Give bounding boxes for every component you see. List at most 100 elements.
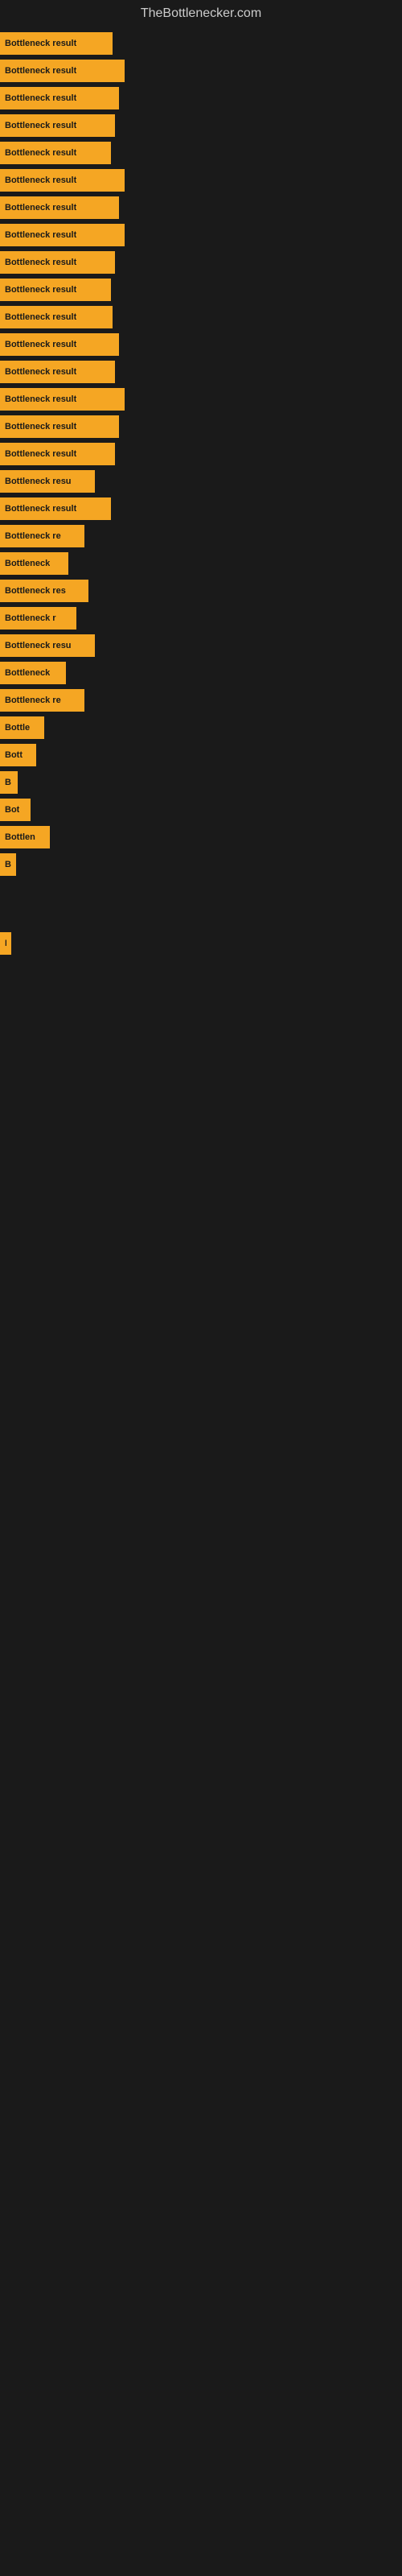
bar-row: Bottleneck result xyxy=(0,277,402,303)
bar-label: Bottleneck result xyxy=(5,148,76,158)
bar-row: Bottleneck resu xyxy=(0,633,402,658)
result-bar: B xyxy=(0,853,16,876)
bar-row xyxy=(0,1009,402,1034)
bar-label: Bottleneck resu xyxy=(5,641,72,650)
bar-row: Bottleneck result xyxy=(0,113,402,138)
bar-row xyxy=(0,1087,402,1111)
result-bar: Bot xyxy=(0,799,31,821)
bar-label: Bottleneck result xyxy=(5,230,76,240)
result-bar: B xyxy=(0,771,18,794)
bar-label: Bottleneck result xyxy=(5,93,76,103)
bar-row: Bottleneck result xyxy=(0,31,402,56)
bar-label: Bottleneck result xyxy=(5,203,76,213)
bar-label: Bottleneck result xyxy=(5,367,76,377)
result-bar: Bottleneck result xyxy=(0,114,115,137)
result-bar: Bottleneck result xyxy=(0,333,119,356)
result-bar: Bottleneck r xyxy=(0,607,76,630)
bar-row: Bottleneck re xyxy=(0,523,402,549)
bar-row: Bottleneck result xyxy=(0,386,402,412)
bar-row: Bottleneck result xyxy=(0,304,402,330)
bar-row: Bottleneck result xyxy=(0,332,402,357)
site-title: TheBottlenecker.com xyxy=(0,0,402,24)
bar-label: Bott xyxy=(5,750,23,760)
bar-row: Bottleneck result xyxy=(0,222,402,248)
bar-label: Bot xyxy=(5,805,19,815)
result-bar: Bottleneck re xyxy=(0,689,84,712)
result-bar: Bottleneck resu xyxy=(0,634,95,657)
bar-row: Bottleneck res xyxy=(0,578,402,604)
bar-label: Bottleneck re xyxy=(5,531,61,541)
result-bar: Bott xyxy=(0,744,36,766)
bar-row: Bottleneck result xyxy=(0,85,402,111)
bar-label: Bottleneck result xyxy=(5,39,76,48)
result-bar: Bottleneck result xyxy=(0,196,119,219)
result-bar: Bottleneck result xyxy=(0,306,113,328)
bar-row: Bottleneck re xyxy=(0,687,402,713)
result-bar: Bottleneck xyxy=(0,662,66,684)
result-bar: Bottleneck result xyxy=(0,279,111,301)
bar-label: B xyxy=(5,860,11,869)
bar-row: Bottleneck result xyxy=(0,58,402,84)
bar-row: B xyxy=(0,770,402,795)
result-bar: Bottleneck result xyxy=(0,60,125,82)
bar-label: Bottleneck result xyxy=(5,312,76,322)
result-bar: Bottleneck result xyxy=(0,32,113,55)
result-bar: Bottlen xyxy=(0,826,50,848)
bar-label: Bottleneck result xyxy=(5,258,76,267)
bar-label: Bottleneck result xyxy=(5,449,76,459)
bar-label: Bottleneck result xyxy=(5,394,76,404)
result-bar: Bottleneck result xyxy=(0,224,125,246)
bar-label: Bottleneck result xyxy=(5,422,76,431)
result-bar: Bottleneck xyxy=(0,552,68,575)
bar-row xyxy=(0,958,402,982)
result-bar: Bottleneck res xyxy=(0,580,88,602)
bar-row: B xyxy=(0,931,402,956)
result-bar: Bottleneck result xyxy=(0,251,115,274)
result-bar: Bottleneck result xyxy=(0,497,111,520)
bar-label: Bottleneck resu xyxy=(5,477,72,486)
bar-row: Bottleneck result xyxy=(0,441,402,467)
bar-row: Bottleneck resu xyxy=(0,469,402,494)
result-bar: Bottleneck re xyxy=(0,525,84,547)
bars-container: Bottleneck result Bottleneck result Bottle… xyxy=(0,24,402,1119)
bar-label: Bottleneck xyxy=(5,668,50,678)
result-bar: Bottleneck result xyxy=(0,443,115,465)
result-bar: Bottleneck result xyxy=(0,87,119,109)
bar-label: Bottleneck result xyxy=(5,504,76,514)
bar-row: Bottleneck result xyxy=(0,167,402,193)
bar-label: Bottleneck result xyxy=(5,121,76,130)
bar-label: Bottleneck r xyxy=(5,613,56,623)
result-bar: Bottleneck result xyxy=(0,415,119,438)
bar-row: Bottle xyxy=(0,715,402,741)
bar-row xyxy=(0,984,402,1008)
bar-label: Bottleneck result xyxy=(5,340,76,349)
bar-row: Bott xyxy=(0,742,402,768)
bar-label: Bottleneck xyxy=(5,559,50,568)
bar-row xyxy=(0,879,402,903)
bar-row xyxy=(0,1035,402,1059)
bar-row: Bottleneck result xyxy=(0,414,402,440)
result-bar: Bottle xyxy=(0,716,44,739)
bar-label: B xyxy=(5,939,6,948)
result-bar: Bottleneck resu xyxy=(0,470,95,493)
result-bar: Bottleneck result xyxy=(0,169,125,192)
bar-row: Bottleneck xyxy=(0,551,402,576)
bar-row: Bottleneck xyxy=(0,660,402,686)
bar-label: Bottlen xyxy=(5,832,35,842)
bar-label: Bottle xyxy=(5,723,30,733)
result-bar: Bottleneck result xyxy=(0,142,111,164)
bar-label: Bottleneck res xyxy=(5,586,66,596)
bar-row: B xyxy=(0,852,402,877)
bar-row: Bot xyxy=(0,797,402,823)
bar-row: Bottleneck result xyxy=(0,140,402,166)
bar-label: Bottleneck result xyxy=(5,175,76,185)
bar-label: B xyxy=(5,778,11,787)
result-bar: B xyxy=(0,932,11,955)
bar-row: Bottlen xyxy=(0,824,402,850)
bar-label: Bottleneck re xyxy=(5,696,61,705)
bar-label: Bottleneck result xyxy=(5,66,76,76)
bar-row: Bottleneck r xyxy=(0,605,402,631)
result-bar: Bottleneck result xyxy=(0,388,125,411)
bar-row xyxy=(0,1061,402,1085)
bar-row: Bottleneck result xyxy=(0,496,402,522)
